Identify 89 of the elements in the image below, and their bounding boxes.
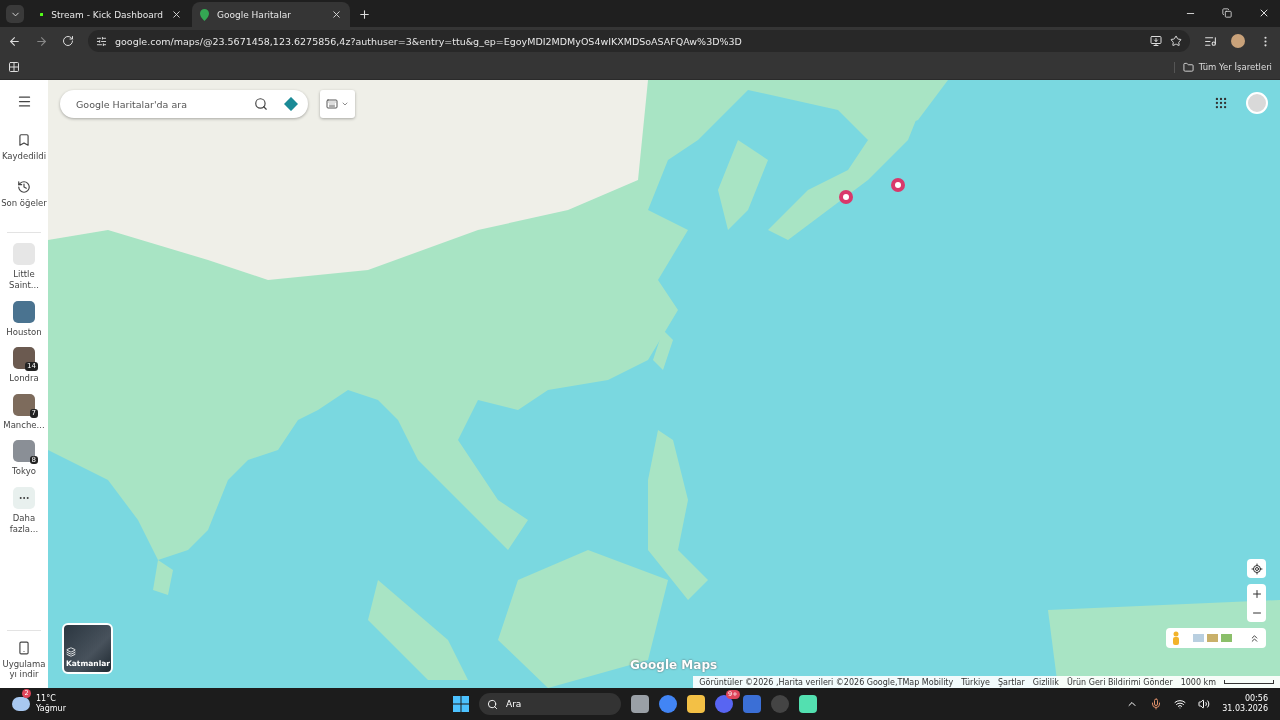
restore-button[interactable] xyxy=(1222,7,1232,19)
browser-icon[interactable] xyxy=(659,695,677,713)
footer-link[interactable]: Türkiye xyxy=(961,677,990,687)
folder-icon xyxy=(1182,61,1194,73)
media-control-button[interactable] xyxy=(1204,34,1217,48)
imagery-thumbnail[interactable] xyxy=(1207,634,1218,642)
address-bar[interactable]: google.com/maps/@23.5671458,123.6275856,4z?authuser=3&entry=ttu&g_ep=EgoyMDI2MDMyOS4wIKXMDSoASAFQAw%3D%3D xyxy=(88,30,1190,52)
map-pin-icon xyxy=(200,8,209,21)
new-tab-button[interactable] xyxy=(358,8,371,21)
my-location-button[interactable] xyxy=(1247,559,1266,578)
taskbar-search[interactable]: Ara xyxy=(479,693,621,715)
sidebar-item[interactable]: Son öğeler xyxy=(1,179,47,209)
imagery-thumbnail[interactable] xyxy=(1193,634,1204,642)
footer-link[interactable]: Gizlilik xyxy=(1032,677,1059,687)
reload-icon xyxy=(62,35,74,47)
location-icon xyxy=(1250,562,1263,575)
browser-tab[interactable]: Stream - Kick Dashboard xyxy=(32,2,190,27)
close-icon xyxy=(171,9,182,20)
map-pin-icon[interactable] xyxy=(839,190,853,204)
tab-search-button[interactable] xyxy=(6,5,24,23)
apps-button[interactable] xyxy=(8,61,20,73)
browser-tab[interactable]: Google Haritalar xyxy=(192,2,350,27)
layers-icon xyxy=(66,647,76,657)
close-tab-button[interactable] xyxy=(171,9,182,20)
forward-button[interactable] xyxy=(35,34,48,48)
wifi-icon[interactable] xyxy=(1174,698,1187,710)
phone-icon xyxy=(17,640,31,655)
back-button[interactable] xyxy=(8,34,21,48)
volume-icon[interactable] xyxy=(1198,698,1211,710)
install-app-icon[interactable] xyxy=(1150,35,1162,47)
download-app-item[interactable]: Uygulamayı indir xyxy=(1,640,47,680)
bookmark-folder[interactable]: Tüm Yer İşaretleri xyxy=(1173,61,1272,73)
copyright-text: Görüntüler ©2026 ,Harita verileri ©2026 Google,TMap Mobility xyxy=(699,677,954,687)
windows-logo-icon[interactable] xyxy=(453,696,469,712)
directions-icon[interactable] xyxy=(284,97,298,111)
close-window-button[interactable] xyxy=(1258,7,1270,19)
grid-icon xyxy=(8,61,20,73)
microphone-icon[interactable] xyxy=(1150,698,1163,710)
back-icon xyxy=(8,34,21,48)
maps-logo: Google Maps xyxy=(630,658,718,672)
landmass xyxy=(653,330,673,370)
plus-icon xyxy=(1250,587,1263,600)
search-icon xyxy=(487,698,498,710)
photo-placeholder xyxy=(13,300,35,323)
history-icon xyxy=(17,179,31,194)
map-pin-icon[interactable] xyxy=(891,178,905,192)
grid-icon xyxy=(1214,96,1228,110)
reload-button[interactable] xyxy=(62,35,74,47)
scale-bar xyxy=(1224,680,1274,684)
search-input[interactable]: Google Haritalar'da ara xyxy=(74,97,238,111)
expand-icon[interactable] xyxy=(1249,632,1260,644)
restore-icon xyxy=(1222,8,1232,18)
plus-icon xyxy=(358,8,371,21)
search-icon[interactable] xyxy=(254,97,268,111)
caret-icon xyxy=(341,100,349,108)
folder-icon[interactable] xyxy=(687,695,705,713)
close-tab-button[interactable] xyxy=(331,9,342,20)
weather-icon[interactable] xyxy=(12,697,30,711)
bookmark-folder-label: Tüm Yer İşaretleri xyxy=(1198,62,1272,72)
bookmark-star-icon[interactable] xyxy=(1170,35,1182,47)
menu-button[interactable] xyxy=(16,94,32,109)
weather-text: Yağmur xyxy=(36,704,66,714)
menu-icon xyxy=(16,94,32,109)
saved-place-item[interactable]: Houston xyxy=(1,300,47,338)
chat-app-icon[interactable] xyxy=(715,695,733,713)
search-bar[interactable]: Google Haritalar'da ara xyxy=(60,90,308,118)
sidebar-item[interactable]: Kaydedildi xyxy=(1,133,47,162)
temperature-text: 11°C xyxy=(36,694,57,704)
clock[interactable]: 00:56 31.03.2026 xyxy=(1222,693,1268,715)
task-view-icon[interactable] xyxy=(631,695,649,713)
keyboard-icon xyxy=(326,98,338,110)
close-icon xyxy=(1258,7,1270,19)
photo-placeholder xyxy=(13,243,35,266)
forward-icon xyxy=(35,34,48,48)
close-icon xyxy=(331,9,342,20)
profile-avatar[interactable] xyxy=(1231,34,1245,48)
imagery-thumbnail[interactable] xyxy=(1221,634,1232,642)
bookmark-icon xyxy=(17,133,31,147)
site-settings-icon[interactable] xyxy=(96,35,107,47)
playlist-icon xyxy=(1204,34,1217,48)
more-item[interactable]: Daha fazla... xyxy=(1,487,47,535)
footer-link[interactable]: Ürün Geri Bildirimi Gönder xyxy=(1066,677,1173,687)
app-icon[interactable] xyxy=(743,695,761,713)
saved-place-item[interactable]: Little Saint... xyxy=(1,243,47,291)
app-icon[interactable] xyxy=(799,695,817,713)
footer-link[interactable]: Şartlar xyxy=(997,677,1025,687)
scale-label: 1000 km xyxy=(1180,677,1216,687)
apps-grid-button[interactable] xyxy=(1214,96,1228,110)
input-tools-button[interactable] xyxy=(320,90,355,118)
